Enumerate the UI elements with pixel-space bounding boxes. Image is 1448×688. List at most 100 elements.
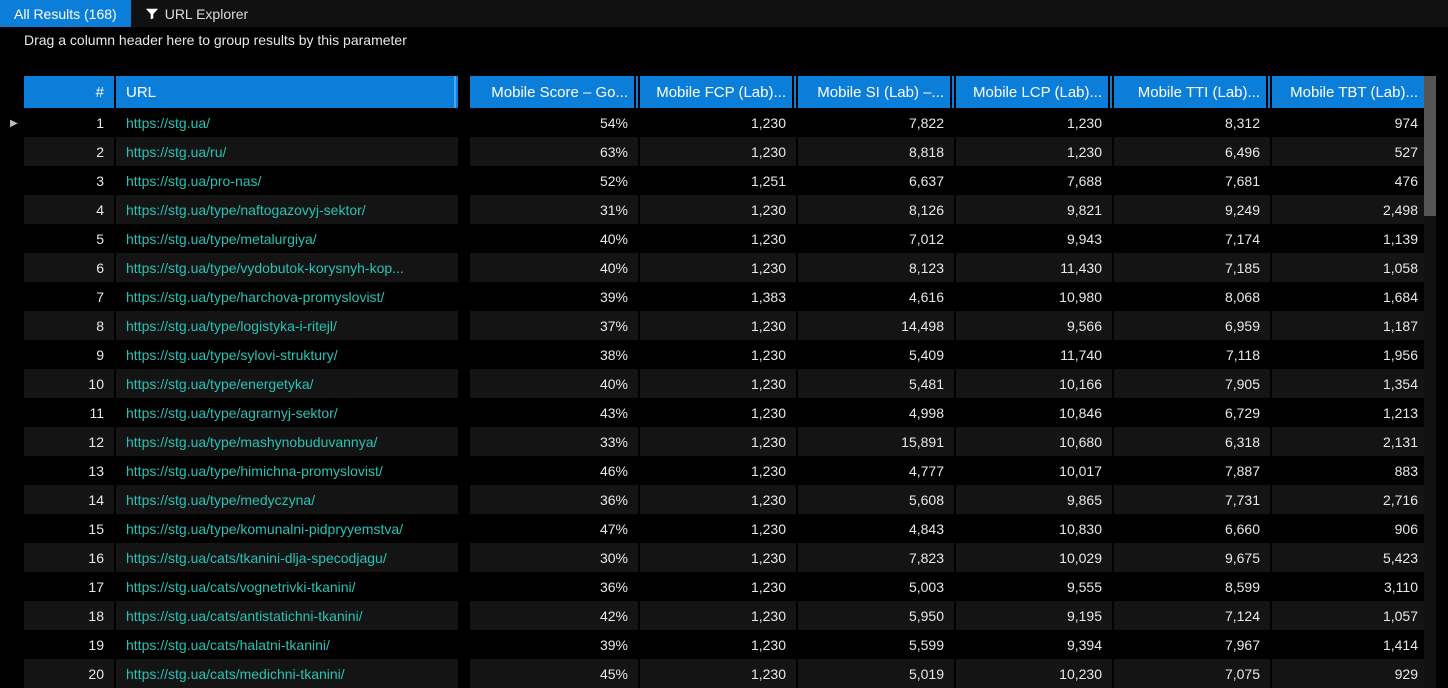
col-header-mobile-score[interactable]: Mobile Score – Go... [470, 76, 640, 108]
table-row[interactable]: 7https://stg.ua/type/harchova-promyslovi… [24, 282, 1424, 311]
column-gap [460, 137, 470, 166]
cell-mobile-tbt: 1,684 [1272, 282, 1424, 311]
group-by-hint[interactable]: Drag a column header here to group resul… [0, 28, 1448, 52]
cell-mobile-tti: 7,118 [1114, 340, 1272, 369]
cell-url[interactable]: https://stg.ua/type/energetyka/ [116, 369, 460, 398]
cell-url[interactable]: https://stg.ua/type/vydobutok-korysnyh-k… [116, 253, 460, 282]
cell-mobile-lcp: 11,740 [956, 340, 1114, 369]
column-resize-handle[interactable] [1108, 76, 1112, 108]
cell-mobile-tbt: 476 [1272, 166, 1424, 195]
column-resize-handle[interactable] [950, 76, 954, 108]
table-row[interactable]: 16https://stg.ua/cats/tkanini-dlja-speco… [24, 543, 1424, 572]
table-row[interactable]: 19https://stg.ua/cats/halatni-tkanini/39… [24, 630, 1424, 659]
column-resize-handle[interactable] [792, 76, 796, 108]
table-row[interactable]: 18https://stg.ua/cats/antistatichni-tkan… [24, 601, 1424, 630]
cell-url[interactable]: https://stg.ua/cats/antistatichni-tkanin… [116, 601, 460, 630]
cell-mobile-score: 39% [470, 282, 640, 311]
table-row[interactable]: 5https://stg.ua/type/metalurgiya/40%1,23… [24, 224, 1424, 253]
col-header-mobile-tbt[interactable]: Mobile TBT (Lab)... [1272, 76, 1424, 108]
table-row[interactable]: 6https://stg.ua/type/vydobutok-korysnyh-… [24, 253, 1424, 282]
table-row[interactable]: 11https://stg.ua/type/agrarnyj-sektor/43… [24, 398, 1424, 427]
table-row[interactable]: 10https://stg.ua/type/energetyka/40%1,23… [24, 369, 1424, 398]
table-row[interactable]: 20https://stg.ua/cats/medichni-tkanini/4… [24, 659, 1424, 688]
vertical-scrollbar[interactable] [1424, 76, 1436, 688]
cell-url[interactable]: https://stg.ua/cats/vognetrivki-tkanini/ [116, 572, 460, 601]
cell-url[interactable]: https://stg.ua/type/harchova-promyslovis… [116, 282, 460, 311]
cell-mobile-score: 45% [470, 659, 640, 688]
cell-mobile-si: 8,818 [798, 137, 956, 166]
cell-mobile-score: 36% [470, 485, 640, 514]
column-resize-handle[interactable] [634, 76, 638, 108]
table-row[interactable]: 1https://stg.ua/54%1,2307,8221,2308,3129… [24, 108, 1424, 137]
cell-index: 20 [24, 659, 116, 688]
cell-mobile-si: 5,019 [798, 659, 956, 688]
cell-url[interactable]: https://stg.ua/type/medyczyna/ [116, 485, 460, 514]
column-resize-handle[interactable] [1266, 76, 1270, 108]
cell-index: 13 [24, 456, 116, 485]
cell-url[interactable]: https://stg.ua/type/mashynobuduvannya/ [116, 427, 460, 456]
column-gap [460, 572, 470, 601]
cell-index: 7 [24, 282, 116, 311]
cell-mobile-si: 7,012 [798, 224, 956, 253]
cell-url[interactable]: https://stg.ua/cats/medichni-tkanini/ [116, 659, 460, 688]
col-header-url[interactable]: URL [116, 76, 460, 108]
cell-mobile-lcp: 10,029 [956, 543, 1114, 572]
tab-url-explorer[interactable]: URL Explorer [131, 0, 263, 27]
table-row[interactable]: 8https://stg.ua/type/logistyka-i-ritejl/… [24, 311, 1424, 340]
tab-all-results[interactable]: All Results (168) [0, 0, 131, 27]
cell-url[interactable]: https://stg.ua/cats/halatni-tkanini/ [116, 630, 460, 659]
table-row[interactable]: 17https://stg.ua/cats/vognetrivki-tkanin… [24, 572, 1424, 601]
cell-url[interactable]: https://stg.ua/type/himichna-promyslovis… [116, 456, 460, 485]
column-gap [460, 456, 470, 485]
cell-mobile-tti: 8,068 [1114, 282, 1272, 311]
cell-mobile-fcp: 1,230 [640, 514, 798, 543]
column-gap [460, 485, 470, 514]
cell-mobile-lcp: 9,394 [956, 630, 1114, 659]
cell-index: 17 [24, 572, 116, 601]
cell-mobile-score: 54% [470, 108, 640, 137]
header-text: Mobile TTI (Lab)... [1138, 84, 1260, 101]
table-row[interactable]: 14https://stg.ua/type/medyczyna/36%1,230… [24, 485, 1424, 514]
cell-index: 10 [24, 369, 116, 398]
table-row[interactable]: 3https://stg.ua/pro-nas/52%1,2516,6377,6… [24, 166, 1424, 195]
cell-mobile-tti: 7,075 [1114, 659, 1272, 688]
cell-mobile-lcp: 10,230 [956, 659, 1114, 688]
cell-url[interactable]: https://stg.ua/type/agrarnyj-sektor/ [116, 398, 460, 427]
column-gap [460, 166, 470, 195]
col-header-mobile-fcp[interactable]: Mobile FCP (Lab)... [640, 76, 798, 108]
column-gap [460, 630, 470, 659]
col-header-mobile-tti[interactable]: Mobile TTI (Lab)... [1114, 76, 1272, 108]
table-row[interactable]: 9https://stg.ua/type/sylovi-struktury/38… [24, 340, 1424, 369]
table-row[interactable]: 15https://stg.ua/type/komunalni-pidpryye… [24, 514, 1424, 543]
col-header-index[interactable]: # [24, 76, 116, 108]
cell-url[interactable]: https://stg.ua/ [116, 108, 460, 137]
cell-url[interactable]: https://stg.ua/type/logistyka-i-ritejl/ [116, 311, 460, 340]
cell-url[interactable]: https://stg.ua/type/sylovi-struktury/ [116, 340, 460, 369]
table-row[interactable]: 12https://stg.ua/type/mashynobuduvannya/… [24, 427, 1424, 456]
cell-url[interactable]: https://stg.ua/ru/ [116, 137, 460, 166]
cell-mobile-si: 7,823 [798, 543, 956, 572]
cell-index: 19 [24, 630, 116, 659]
cell-mobile-tti: 6,729 [1114, 398, 1272, 427]
cell-url[interactable]: https://stg.ua/type/naftogazovyj-sektor/ [116, 195, 460, 224]
cell-mobile-score: 31% [470, 195, 640, 224]
table-row[interactable]: 13https://stg.ua/type/himichna-promyslov… [24, 456, 1424, 485]
cell-mobile-fcp: 1,230 [640, 485, 798, 514]
column-gap [460, 543, 470, 572]
cell-mobile-si: 4,998 [798, 398, 956, 427]
col-header-mobile-lcp[interactable]: Mobile LCP (Lab)... [956, 76, 1114, 108]
cell-mobile-tti: 9,249 [1114, 195, 1272, 224]
cell-url[interactable]: https://stg.ua/type/komunalni-pidpryyems… [116, 514, 460, 543]
table-row[interactable]: 2https://stg.ua/ru/63%1,2308,8181,2306,4… [24, 137, 1424, 166]
scrollbar-thumb[interactable] [1424, 76, 1436, 216]
cell-url[interactable]: https://stg.ua/pro-nas/ [116, 166, 460, 195]
cell-url[interactable]: https://stg.ua/cats/tkanini-dlja-specodj… [116, 543, 460, 572]
column-resize-handle[interactable] [454, 76, 458, 108]
column-gap [460, 659, 470, 688]
cell-url[interactable]: https://stg.ua/type/metalurgiya/ [116, 224, 460, 253]
cell-mobile-si: 4,843 [798, 514, 956, 543]
table-row[interactable]: 4https://stg.ua/type/naftogazovyj-sektor… [24, 195, 1424, 224]
cell-mobile-score: 40% [470, 369, 640, 398]
col-header-mobile-si[interactable]: Mobile SI (Lab) –... [798, 76, 956, 108]
cell-mobile-tti: 6,318 [1114, 427, 1272, 456]
